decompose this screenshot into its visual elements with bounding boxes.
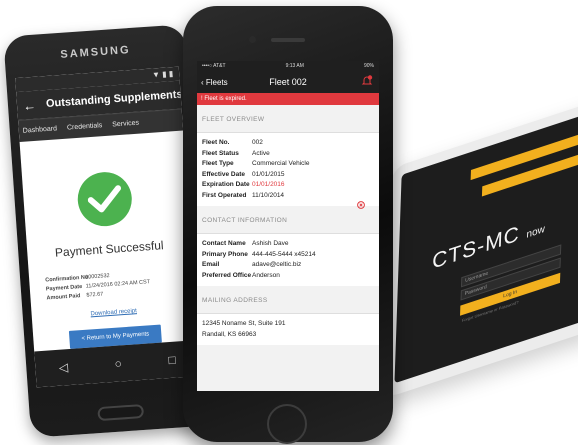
fleet-row: Expiration Date 01/01/2016: [202, 181, 285, 188]
notification-bell-icon[interactable]: [361, 75, 373, 87]
speaker-grille: [271, 38, 305, 42]
android-nav-bar: ◁ ○ □: [34, 339, 201, 388]
download-receipt-link[interactable]: Download receipt: [32, 304, 196, 321]
nav-bar: ‹ Fleets Fleet 002: [197, 71, 379, 93]
tab-services[interactable]: Services: [112, 120, 139, 129]
nav-title: Fleet 002: [269, 77, 307, 87]
expired-warning-icon: [357, 201, 365, 209]
iphone-home-button[interactable]: [267, 404, 307, 444]
decorative-stripe: [470, 117, 578, 181]
fleet-detail-screen: ••••○ AT&T 9:13 AM 90% ‹ Fleets Fleet 00…: [197, 61, 379, 391]
payment-details: Confirmation No. 20002532 Payment Date 11/…: [45, 269, 151, 303]
iphone-device: ••••○ AT&T 9:13 AM 90% ‹ Fleets Fleet 00…: [183, 6, 393, 444]
tab-credentials[interactable]: Credentials: [67, 122, 103, 131]
success-check-icon: [75, 170, 134, 228]
camera-icon: [249, 36, 256, 43]
samsung-brand-logo: SAMSUNG: [60, 44, 131, 61]
section-heading-contact: CONTACT INFORMATION: [197, 206, 379, 234]
hardware-home-button[interactable]: [97, 403, 145, 422]
address-line: 12345 Noname St, Suite 191: [202, 320, 286, 327]
address-line: Randall, KS 66963: [202, 330, 257, 338]
samsung-phone: SAMSUNG ▼ ▮ ▮ ← Outstanding Supplements …: [3, 24, 213, 438]
back-arrow-icon[interactable]: ←: [23, 97, 37, 113]
nav-home-icon[interactable]: ○: [114, 356, 122, 370]
section-heading-mailing: MAILING ADDRESS: [197, 286, 379, 314]
app-logo-title: CTS-MC now: [431, 221, 546, 274]
screen-title: Outstanding Supplements: [45, 88, 183, 111]
contact-row: Email adave@celtic.biz: [202, 261, 302, 268]
contact-card: Contact Name Ashish Dave Primary Phone 444…: [197, 234, 379, 286]
mailing-address-card: 12345 Noname St, Suite 191 Randall, KS 6…: [197, 314, 379, 345]
contact-row: Preferred Office Anderson: [202, 271, 280, 279]
contact-row: Primary Phone 444-445-5444 x45214: [202, 250, 316, 258]
fleet-overview-card: Fleet No. 002 Fleet Status Active Fleet Ty…: [197, 133, 379, 209]
section-heading-fleet-overview: FLEET OVERVIEW: [197, 105, 379, 133]
ios-status-bar: ••••○ AT&T 9:13 AM 90%: [197, 61, 379, 71]
fleet-row: Fleet Status Active: [202, 149, 270, 157]
fleet-row: Fleet No. 002: [202, 139, 263, 146]
payment-status-title: Payment Successful: [54, 238, 164, 260]
contact-row: Contact Name Ashish Dave: [202, 240, 289, 247]
fleet-row: Effective Date 01/01/2015: [202, 170, 285, 178]
nav-back-icon[interactable]: ◁: [58, 360, 68, 375]
expired-alert-banner: ! Fleet is expired.: [197, 93, 379, 105]
tablet-login-screen: CTS-MC now Username Password Log In Forg…: [394, 111, 578, 384]
tablet-device: CTS-MC now Username Password Log In Forg…: [384, 97, 578, 399]
payment-screen: ▼ ▮ ▮ ← Outstanding Supplements Dashboar…: [15, 66, 201, 388]
fleet-row: First Operated 11/10/2014: [202, 191, 285, 199]
fleet-row: Fleet Type Commercial Vehicle: [202, 160, 310, 167]
nav-recents-icon[interactable]: □: [168, 353, 176, 367]
tab-dashboard[interactable]: Dashboard: [23, 125, 58, 134]
